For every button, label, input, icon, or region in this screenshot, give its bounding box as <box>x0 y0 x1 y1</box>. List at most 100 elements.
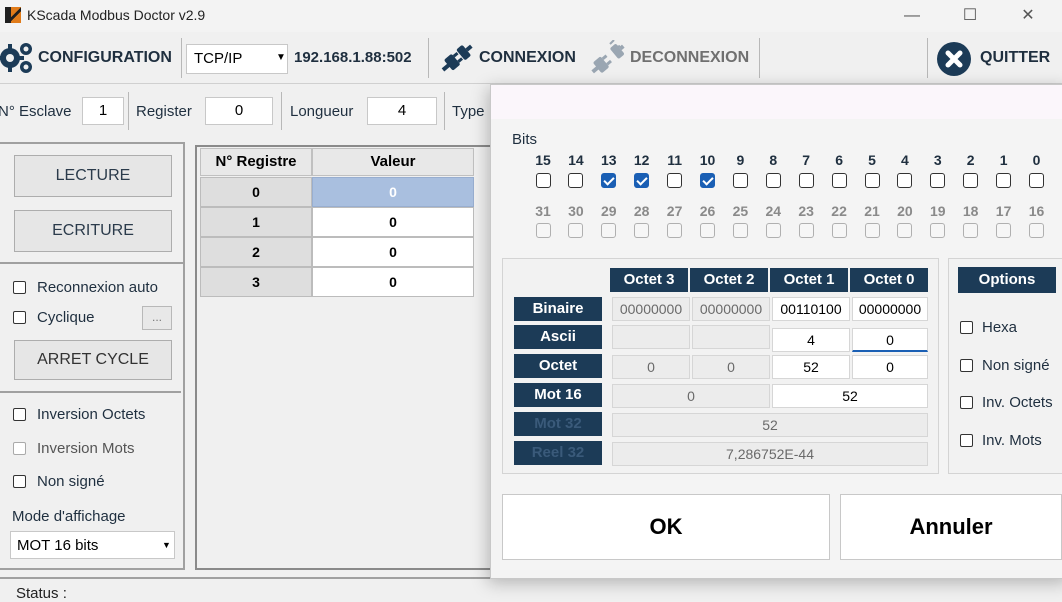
octet-octet-2[interactable]: 0 <box>692 355 770 379</box>
bit-checkbox[interactable] <box>601 173 617 188</box>
bit-checkbox[interactable] <box>864 173 880 188</box>
bit-checkbox <box>535 223 551 238</box>
invert-bytes-checkbox[interactable] <box>13 408 26 421</box>
bit-checkbox[interactable] <box>535 173 551 188</box>
protocol-value: TCP/IP <box>194 50 243 67</box>
table-row-header[interactable]: 3 <box>200 267 312 297</box>
bit-checkbox[interactable] <box>667 173 683 188</box>
table-cell-value[interactable]: 0 <box>312 237 474 267</box>
mot16-high[interactable]: 0 <box>612 384 770 408</box>
ascii-octet-1[interactable]: 4 <box>772 328 850 352</box>
bit-number: 18 <box>962 203 979 219</box>
table-row-header[interactable]: 2 <box>200 237 312 267</box>
unsigned-label: Non signé <box>37 473 105 490</box>
bit-checkbox[interactable] <box>634 173 650 188</box>
type-label: Type <box>452 103 485 120</box>
mot32-value[interactable]: 52 <box>612 413 928 437</box>
binaire-octet-0[interactable]: 00000000 <box>852 297 928 321</box>
cycle-settings-button[interactable]: ... <box>142 306 172 330</box>
non-signe-checkbox[interactable] <box>960 359 973 372</box>
bit-checkbox[interactable] <box>765 173 781 188</box>
hexa-checkbox[interactable] <box>960 321 973 334</box>
reel32-value[interactable]: 7,286752E-44 <box>612 442 928 466</box>
close-window-button[interactable]: ✕ <box>1008 4 1048 28</box>
bit-number: 12 <box>633 152 650 168</box>
inv-mots-checkbox[interactable] <box>960 434 973 447</box>
bit-checkbox[interactable] <box>732 173 748 188</box>
minimize-button[interactable]: — <box>892 4 932 28</box>
status-bar <box>0 577 1062 601</box>
bit-checkbox[interactable] <box>798 173 814 188</box>
bit-checkbox[interactable] <box>963 173 979 188</box>
bit-checkbox <box>667 223 683 238</box>
ascii-octet-3[interactable] <box>612 325 690 349</box>
ascii-octet-2[interactable] <box>692 325 770 349</box>
register-label: Register <box>136 103 192 120</box>
connect-button[interactable]: CONNEXION <box>479 49 576 67</box>
column-header-octet-1: Octet 1 <box>770 268 848 292</box>
auto-reconnect-checkbox[interactable] <box>13 281 26 294</box>
table-cell-value[interactable]: 0 <box>312 177 474 207</box>
chevron-down-icon[interactable]: ▼ <box>276 52 286 63</box>
close-circle-icon[interactable] <box>937 42 971 76</box>
write-button[interactable]: ECRITURE <box>14 210 172 252</box>
bit-number: 9 <box>736 152 745 168</box>
bit-checkbox <box>634 223 650 238</box>
table-row-header[interactable]: 1 <box>200 207 312 237</box>
bit-number: 28 <box>633 203 650 219</box>
cyclic-checkbox[interactable] <box>13 311 26 324</box>
configuration-button[interactable]: CONFIGURATION <box>38 49 172 67</box>
octet-octet-1[interactable]: 52 <box>772 355 850 379</box>
binaire-octet-2[interactable]: 00000000 <box>692 297 770 321</box>
ascii-octet-0[interactable]: 0 <box>852 328 928 352</box>
cancel-button[interactable]: Annuler <box>840 494 1062 560</box>
chevron-down-icon[interactable]: ▼ <box>162 540 171 550</box>
toolbar-divider <box>428 38 429 78</box>
inv-mots-label: Inv. Mots <box>982 432 1042 449</box>
length-input[interactable]: 4 <box>367 97 437 125</box>
bit-checkbox <box>732 223 748 238</box>
bit-checkbox[interactable] <box>1029 173 1044 188</box>
maximize-button[interactable]: ☐ <box>950 4 990 28</box>
quit-button[interactable]: QUITTER <box>980 49 1050 67</box>
bit-number: 25 <box>732 203 749 219</box>
binaire-octet-1[interactable]: 00110100 <box>772 297 850 321</box>
slave-input[interactable]: 1 <box>82 97 124 125</box>
display-mode-label: Mode d'affichage <box>12 508 126 525</box>
column-header-register[interactable]: N° Registre <box>200 148 312 176</box>
table-cell-value[interactable]: 0 <box>312 267 474 297</box>
unsigned-checkbox[interactable] <box>13 475 26 488</box>
register-input[interactable]: 0 <box>205 97 273 125</box>
bit-checkbox[interactable] <box>930 173 946 188</box>
bit-number: 7 <box>802 152 811 168</box>
device-address: 192.168.1.88:502 <box>294 49 412 66</box>
bit-checkbox[interactable] <box>831 173 847 188</box>
bit-number: 21 <box>864 203 880 219</box>
table-cell-value[interactable]: 0 <box>312 207 474 237</box>
row-label-octet: Octet <box>514 354 602 378</box>
inv-octets-checkbox[interactable] <box>960 396 973 409</box>
bit-checkbox[interactable] <box>700 173 715 188</box>
bit-checkbox[interactable] <box>568 173 584 188</box>
octet-octet-0[interactable]: 0 <box>852 355 928 379</box>
bit-checkbox <box>864 223 880 238</box>
mot16-low[interactable]: 52 <box>772 384 928 408</box>
binaire-octet-3[interactable]: 00000000 <box>612 297 690 321</box>
plug-connect-icon[interactable] <box>436 40 476 78</box>
stop-cycle-button[interactable]: ARRET CYCLE <box>14 340 172 380</box>
bit-checkbox[interactable] <box>897 173 913 188</box>
column-header-value[interactable]: Valeur <box>312 148 474 176</box>
octet-octet-3[interactable]: 0 <box>612 355 690 379</box>
bit-checkbox <box>601 223 617 238</box>
bit-checkbox[interactable] <box>996 173 1012 188</box>
ok-button[interactable]: OK <box>502 494 830 560</box>
read-button[interactable]: LECTURE <box>14 155 172 197</box>
disconnect-button[interactable]: DECONNEXION <box>630 49 749 67</box>
invert-words-checkbox[interactable] <box>13 442 26 455</box>
table-row-header[interactable]: 0 <box>200 177 312 207</box>
hexa-label: Hexa <box>982 319 1018 336</box>
gear-icon[interactable] <box>0 40 34 76</box>
slave-label: N° Esclave <box>0 103 72 120</box>
plug-disconnect-icon[interactable] <box>588 40 628 78</box>
bit-number: 3 <box>933 152 942 168</box>
